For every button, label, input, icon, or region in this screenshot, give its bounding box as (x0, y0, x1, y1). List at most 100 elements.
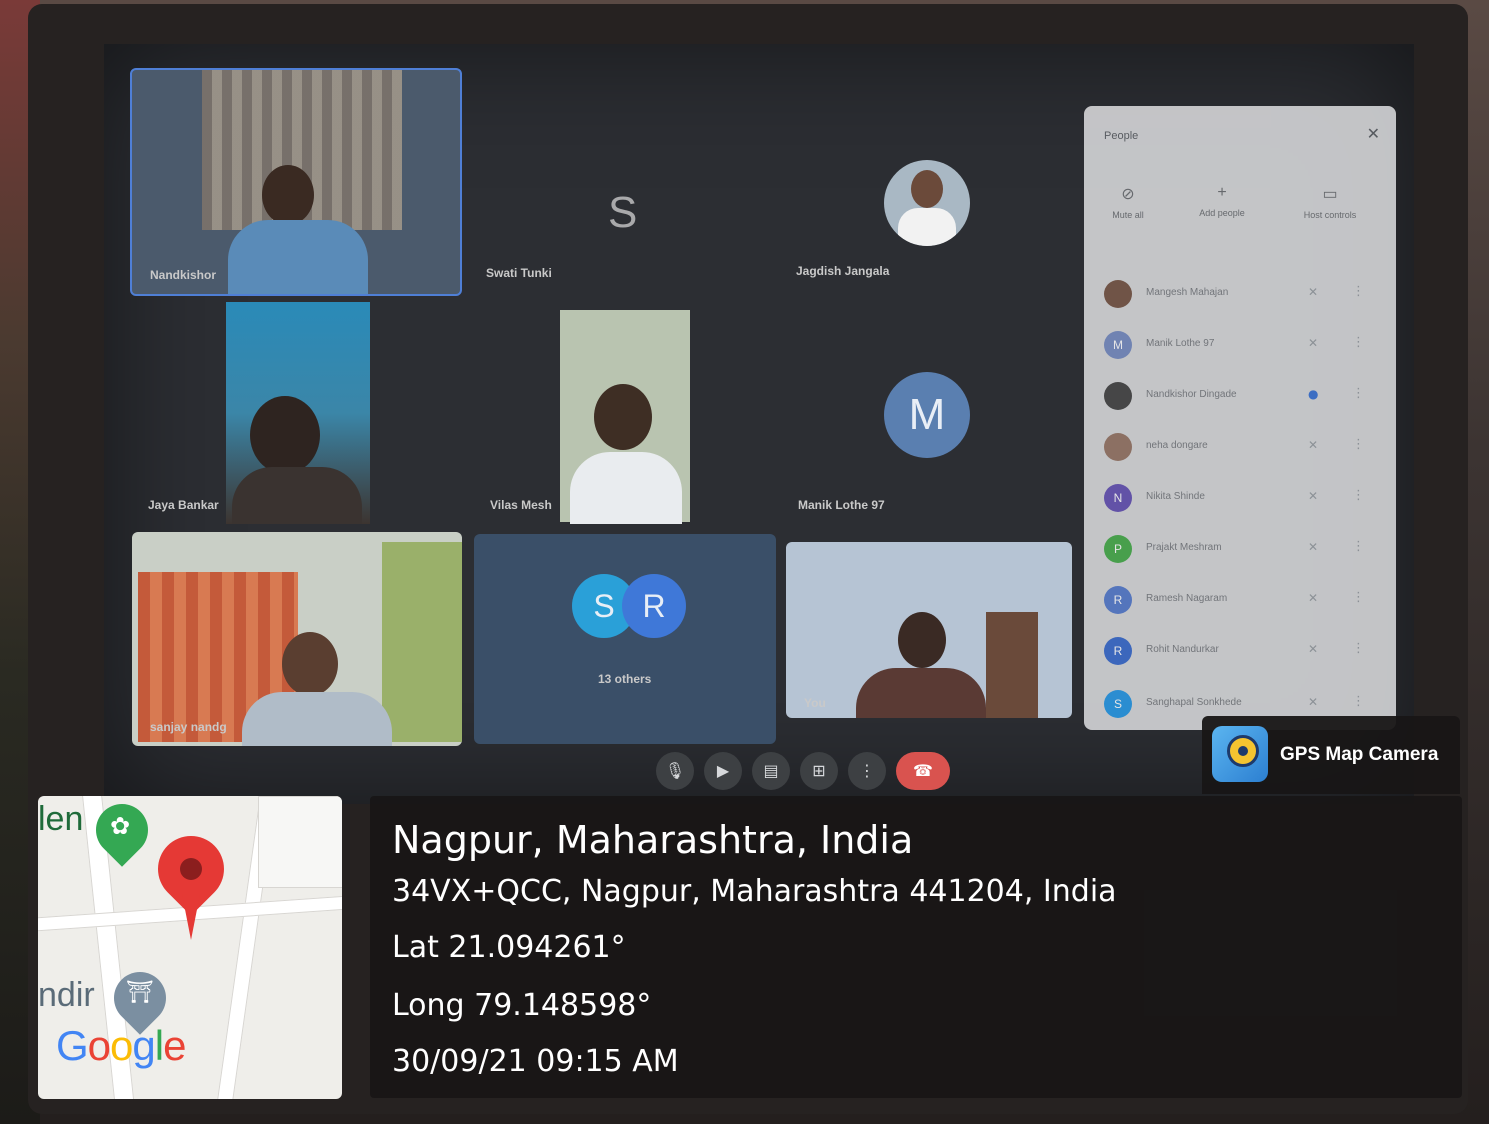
address-text: 34VX+QCC, Nagpur, Maharashtra 441204, In… (392, 874, 1117, 909)
map-place-label: ndir (38, 976, 95, 1014)
participant-avatar: R (1104, 637, 1132, 665)
more-button[interactable]: ⋮ (848, 752, 886, 790)
speaking-indicator-icon: ● (1308, 387, 1319, 401)
mic-button[interactable]: 🎙 (656, 752, 694, 790)
participant-name: Ramesh Nagaram (1146, 593, 1228, 604)
present-icon: ⊞ (812, 761, 826, 780)
end-call-button[interactable]: ☎ (896, 752, 950, 790)
participant-name: Sanghapal Sonkhede (1146, 697, 1242, 708)
gps-camera-logo-icon (1212, 726, 1268, 782)
participant-tile[interactable]: S R 13 others (474, 534, 776, 744)
person-head (898, 612, 946, 668)
people-panel-title: People (1104, 130, 1139, 142)
mic-off-icon[interactable]: ✕ (1308, 591, 1318, 605)
more-options-icon[interactable]: ⋮ (1352, 488, 1365, 503)
person-head (282, 632, 338, 696)
participant-list-item[interactable]: R Ramesh Nagaram ✕ ⋮ (1104, 584, 1384, 618)
brand-label: GPS Map Camera (1280, 744, 1439, 765)
participant-list-item[interactable]: N Nikita Shinde ✕ ⋮ (1104, 482, 1384, 516)
mic-off-icon[interactable]: ✕ (1308, 438, 1318, 452)
participant-avatar: N (1104, 484, 1132, 512)
participant-name: sanjay nandg (150, 720, 227, 734)
gps-map-camera-badge: GPS Map Camera (1202, 716, 1460, 794)
more-options-icon[interactable]: ⋮ (1352, 641, 1365, 656)
participant-tile[interactable]: You (786, 542, 1072, 718)
others-count: 13 others (598, 672, 652, 686)
participant-name: Vilas Mesh (490, 498, 552, 512)
participant-avatar (1104, 433, 1132, 461)
participant-avatar: S (1104, 690, 1132, 718)
participant-tile[interactable]: Jaya Bankar (130, 302, 460, 524)
participant-list-item[interactable]: P Prajakt Meshram ✕ ⋮ (1104, 533, 1384, 567)
participant-list-item[interactable]: Nandkishor Dingade ● ⋮ (1104, 380, 1384, 414)
participant-tile[interactable]: sanjay nandg (132, 532, 462, 746)
participant-avatar (1104, 280, 1132, 308)
participant-avatar: M (884, 372, 970, 458)
more-options-icon[interactable]: ⋮ (1352, 539, 1365, 554)
participant-tile[interactable]: Jagdish Jangala (780, 68, 1070, 292)
host-controls-icon: ▭ (1322, 186, 1338, 203)
more-options-icon[interactable]: ⋮ (1352, 694, 1365, 709)
map-place-label: len (38, 800, 84, 838)
captions-button[interactable]: ▤ (752, 752, 790, 790)
mic-off-icon[interactable]: ✕ (1308, 336, 1318, 350)
mic-off-icon[interactable]: ✕ (1308, 285, 1318, 299)
more-options-icon[interactable]: ⋮ (1352, 437, 1365, 452)
mic-off-icon: ⊘ (1121, 186, 1135, 203)
participant-tile[interactable]: Nandkishor (130, 68, 462, 296)
add-person-icon: + (1217, 184, 1227, 201)
participant-name: neha dongare (1146, 440, 1208, 451)
end-call-icon: ☎ (913, 761, 933, 780)
video-feed (226, 302, 370, 524)
participant-list-item[interactable]: neha dongare ✕ ⋮ (1104, 431, 1384, 465)
participant-name: Prajakt Meshram (1146, 542, 1222, 553)
participant-name: Manik Lothe 97 (798, 498, 885, 512)
mic-off-icon[interactable]: ✕ (1308, 489, 1318, 503)
more-icon: ⋮ (859, 761, 875, 780)
captions-icon: ▤ (763, 761, 779, 780)
participant-tile[interactable]: M Manik Lothe 97 (780, 302, 1070, 524)
mic-off-icon[interactable]: ✕ (1308, 695, 1318, 709)
location-pin-tip (182, 894, 200, 940)
camera-icon: ▶ (716, 761, 730, 780)
more-options-icon[interactable]: ⋮ (1352, 284, 1365, 299)
participant-tile[interactable]: S Swati Tunki (468, 68, 768, 292)
participant-list-item[interactable]: Mangesh Mahajan ✕ ⋮ (1104, 278, 1384, 312)
participant-name: Rohit Nandurkar (1146, 644, 1219, 655)
add-people-button[interactable]: + Add people (1182, 184, 1262, 218)
more-options-icon[interactable]: ⋮ (1352, 335, 1365, 350)
location-pin-dot (180, 858, 202, 880)
participant-list-item[interactable]: R Rohit Nandurkar ✕ ⋮ (1104, 635, 1384, 669)
participant-name: Nikita Shinde (1146, 491, 1205, 502)
present-button[interactable]: ⊞ (800, 752, 838, 790)
more-options-icon[interactable]: ⋮ (1352, 386, 1365, 401)
person-body (228, 220, 368, 294)
mini-map: len ✿ ndir ⛩ Google (38, 796, 342, 1099)
participant-name: Manik Lothe 97 (1146, 338, 1215, 349)
google-logo: Google (56, 1022, 186, 1069)
longitude-text: Long 79.148598° (392, 988, 652, 1023)
flower-icon: ✿ (110, 812, 131, 840)
location-info-panel: Nagpur, Maharashtra, India 34VX+QCC, Nag… (370, 796, 1462, 1098)
video-feed (560, 310, 690, 524)
participant-tile[interactable]: Vilas Mesh (472, 302, 770, 524)
participant-name: Swati Tunki (486, 266, 552, 280)
person-body (242, 692, 392, 746)
participant-name: Nandkishor Dingade (1146, 389, 1237, 400)
mic-off-icon[interactable]: ✕ (1308, 642, 1318, 656)
mic-icon: 🎙 (664, 761, 686, 780)
person-head (262, 165, 314, 225)
close-icon[interactable]: ✕ (1367, 124, 1380, 143)
participant-avatar: M (1104, 331, 1132, 359)
more-options-icon[interactable]: ⋮ (1352, 590, 1365, 605)
mic-off-icon[interactable]: ✕ (1308, 540, 1318, 554)
mute-all-button[interactable]: ⊘ Mute all (1088, 184, 1168, 220)
camera-button[interactable]: ▶ (704, 752, 742, 790)
participant-avatar: R (622, 574, 686, 638)
latitude-text: Lat 21.094261° (392, 930, 626, 965)
host-controls-button[interactable]: ▭ Host controls (1290, 184, 1370, 220)
participant-initial: S (608, 188, 638, 237)
participant-name: Nandkishor (150, 268, 217, 282)
temple-icon: ⛩ (126, 980, 154, 1005)
participant-list-item[interactable]: M Manik Lothe 97 ✕ ⋮ (1104, 329, 1384, 363)
